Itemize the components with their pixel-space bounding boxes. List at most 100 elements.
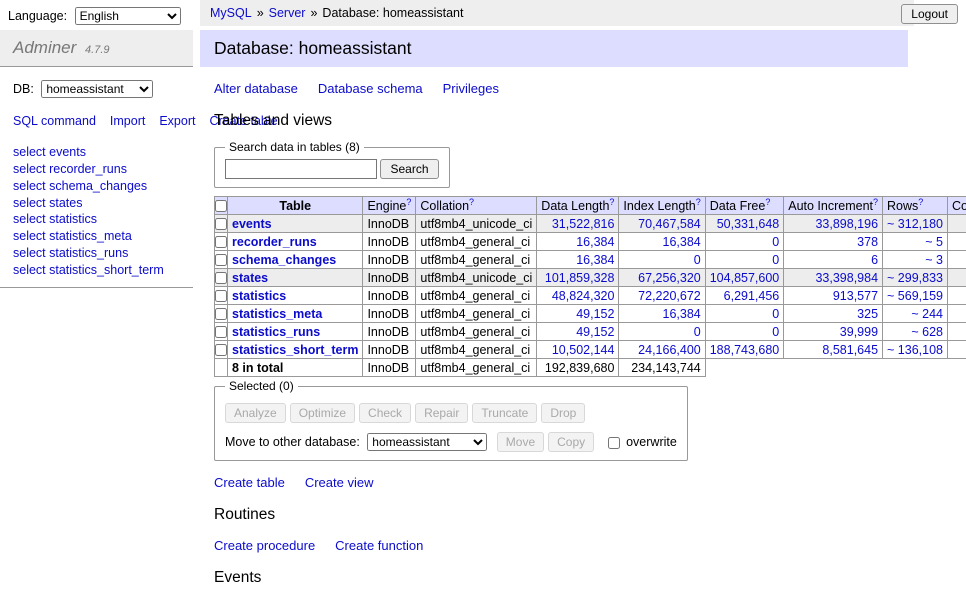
sidebar-table-link[interactable]: select statistics (13, 211, 193, 228)
data-free-link[interactable]: 6,291,456 (724, 289, 780, 303)
breadcrumb-link[interactable]: MySQL (210, 6, 252, 20)
auto-increment-link[interactable]: 8,581,645 (822, 343, 878, 357)
sidebar-table-link[interactable]: select statistics_runs (13, 245, 193, 262)
sidebar-table-link[interactable]: select events (13, 144, 193, 161)
overwrite-option[interactable]: overwrite (608, 435, 677, 449)
routine-link[interactable]: Create function (335, 538, 423, 553)
table-name-link[interactable]: events (232, 217, 272, 231)
overwrite-checkbox[interactable] (608, 437, 620, 449)
create-link[interactable]: Create view (305, 475, 374, 490)
auto-increment-link[interactable]: 33,898,196 (815, 217, 878, 231)
row-checkbox[interactable] (215, 344, 227, 356)
search-button[interactable]: Search (380, 159, 438, 179)
optimize-button[interactable]: Optimize (290, 403, 355, 423)
copy-button[interactable]: Copy (548, 432, 594, 452)
table-name-link[interactable]: statistics_short_term (232, 343, 358, 357)
help-link[interactable]: ? (918, 197, 923, 207)
data-free-link[interactable]: 188,743,680 (710, 343, 780, 357)
data-length-link[interactable]: 49,152 (576, 325, 614, 339)
sidebar-table-link[interactable]: select statistics_meta (13, 228, 193, 245)
data-length-link[interactable]: 48,824,320 (552, 289, 615, 303)
rows-link[interactable]: ~ 299,833 (887, 271, 943, 285)
table-name-link[interactable]: statistics_meta (232, 307, 322, 321)
index-length-link[interactable]: 70,467,584 (638, 217, 701, 231)
auto-increment-link[interactable]: 39,999 (840, 325, 878, 339)
auto-increment-link[interactable]: 325 (857, 307, 878, 321)
data-length-link[interactable]: 49,152 (576, 307, 614, 321)
search-input[interactable] (225, 159, 377, 179)
row-checkbox[interactable] (215, 218, 227, 230)
move-db-select[interactable]: homeassistant (367, 433, 487, 451)
db-action-link[interactable]: Privileges (443, 81, 499, 96)
row-checkbox[interactable] (215, 308, 227, 320)
data-free-link[interactable]: 0 (772, 235, 779, 249)
help-link[interactable]: ? (609, 197, 614, 207)
table-name-link[interactable]: states (232, 271, 268, 285)
data-length-link[interactable]: 16,384 (576, 253, 614, 267)
data-free-link[interactable]: 0 (772, 307, 779, 321)
help-link[interactable]: ? (696, 197, 701, 207)
index-length-link[interactable]: 67,256,320 (638, 271, 701, 285)
auto-increment-link[interactable]: 6 (871, 253, 878, 267)
rows-link[interactable]: ~ 628 (911, 325, 943, 339)
data-length-link[interactable]: 31,522,816 (552, 217, 615, 231)
help-link[interactable]: ? (469, 197, 474, 207)
sidebar-table-link[interactable]: select recorder_runs (13, 161, 193, 178)
index-length-link[interactable]: 72,220,672 (638, 289, 701, 303)
row-checkbox[interactable] (215, 290, 227, 302)
help-link[interactable]: ? (406, 197, 411, 207)
index-length-link[interactable]: 0 (694, 325, 701, 339)
select-all-checkbox[interactable] (215, 200, 227, 212)
table-name-link[interactable]: recorder_runs (232, 235, 317, 249)
move-button[interactable]: Move (497, 432, 544, 452)
table-name-link[interactable]: schema_changes (232, 253, 336, 267)
check-button[interactable]: Check (359, 403, 411, 423)
data-free-link[interactable]: 0 (772, 325, 779, 339)
data-length-link[interactable]: 10,502,144 (552, 343, 615, 357)
row-checkbox[interactable] (215, 326, 227, 338)
table-name-link[interactable]: statistics (232, 289, 286, 303)
sidebar-table-link[interactable]: select states (13, 195, 193, 212)
index-length-link[interactable]: 0 (694, 253, 701, 267)
help-link[interactable]: ? (873, 197, 878, 207)
data-length-link[interactable]: 101,859,328 (545, 271, 615, 285)
routine-link[interactable]: Create procedure (214, 538, 315, 553)
sidebar-action-link[interactable]: Import (110, 114, 145, 128)
language-select[interactable]: English (75, 7, 181, 25)
breadcrumb-link[interactable]: Server (269, 6, 306, 20)
index-length-link[interactable]: 16,384 (663, 307, 701, 321)
data-free-link[interactable]: 104,857,600 (710, 271, 780, 285)
help-link[interactable]: ? (765, 197, 770, 207)
analyze-button[interactable]: Analyze (225, 403, 286, 423)
table-name-link[interactable]: statistics_runs (232, 325, 320, 339)
auto-increment-link[interactable]: 378 (857, 235, 878, 249)
rows-link[interactable]: ~ 244 (911, 307, 943, 321)
index-length-link[interactable]: 16,384 (663, 235, 701, 249)
truncate-button[interactable]: Truncate (472, 403, 537, 423)
data-free-link[interactable]: 0 (772, 253, 779, 267)
row-checkbox[interactable] (215, 236, 227, 248)
auto-increment-link[interactable]: 33,398,984 (815, 271, 878, 285)
rows-link[interactable]: ~ 136,108 (887, 343, 943, 357)
auto-increment-link[interactable]: 913,577 (833, 289, 878, 303)
rows-link[interactable]: ~ 569,159 (887, 289, 943, 303)
sidebar-table-link[interactable]: select statistics_short_term (13, 262, 193, 279)
rows-link[interactable]: ~ 3 (925, 253, 943, 267)
rows-link[interactable]: ~ 312,180 (887, 217, 943, 231)
db-select[interactable]: homeassistant (41, 80, 153, 98)
logout-button[interactable]: Logout (901, 4, 958, 24)
repair-button[interactable]: Repair (415, 403, 468, 423)
data-length-link[interactable]: 16,384 (576, 235, 614, 249)
db-action-link[interactable]: Database schema (318, 81, 423, 96)
row-checkbox[interactable] (215, 272, 227, 284)
data-free-link[interactable]: 50,331,648 (717, 217, 780, 231)
sidebar-table-link[interactable]: select schema_changes (13, 178, 193, 195)
row-checkbox[interactable] (215, 254, 227, 266)
index-length-link[interactable]: 24,166,400 (638, 343, 701, 357)
sidebar-action-link[interactable]: Export (159, 114, 195, 128)
sidebar-action-link[interactable]: SQL command (13, 114, 96, 128)
drop-button[interactable]: Drop (541, 403, 585, 423)
rows-link[interactable]: ~ 5 (925, 235, 943, 249)
db-action-link[interactable]: Alter database (214, 81, 298, 96)
create-link[interactable]: Create table (214, 475, 285, 490)
